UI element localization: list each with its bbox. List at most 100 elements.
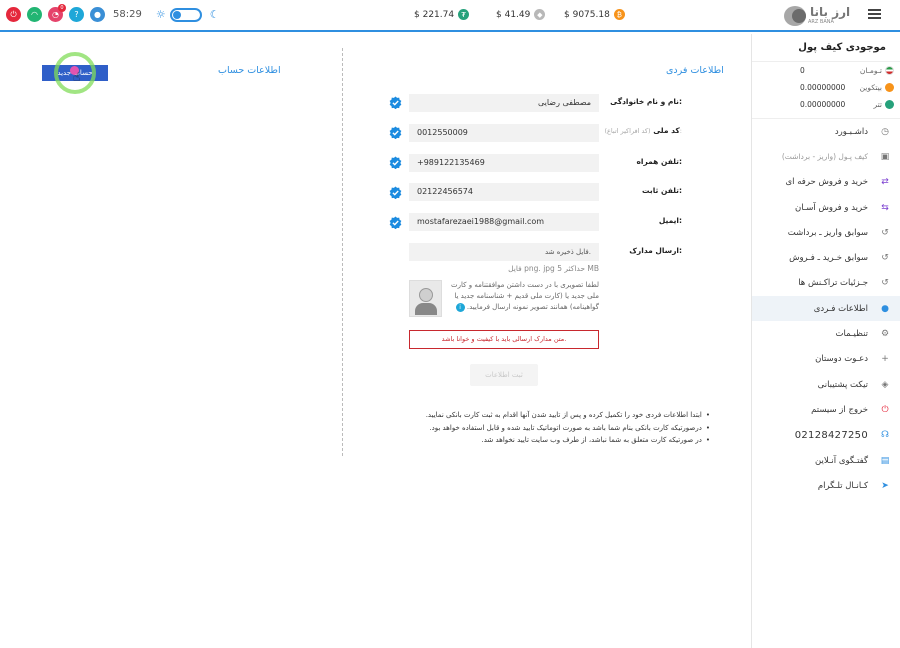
user-icon: ● bbox=[881, 303, 889, 314]
wallet-bitcoin-label: بیتکوین bbox=[859, 83, 882, 92]
full-name-field[interactable]: مصطفی رضایی bbox=[409, 94, 599, 112]
sidebar-item-easy-trade[interactable]: خرید و فروش آسـان ⇆ bbox=[752, 195, 900, 220]
price-ethereum: $ 41.49 ◆ bbox=[496, 9, 546, 20]
sidebar-item-label: خرید و فروش حرفه ای bbox=[785, 177, 869, 188]
logo-text: ارز بانا bbox=[810, 5, 851, 19]
exchange-easy-icon: ⇆ bbox=[881, 202, 889, 213]
sidebar-item-label: دعـوت دوستان bbox=[815, 354, 868, 365]
mobile-label-text: تلفن همراه: bbox=[636, 157, 682, 166]
personal-info-title: اطلاعات فردی bbox=[666, 65, 724, 76]
gear-icon: ⚙ bbox=[880, 329, 890, 340]
site-logo[interactable]: ارز بانا ARZ BANA bbox=[784, 4, 854, 28]
sidebar-item-trade-history[interactable]: سوابق خـرید ـ فـروش ↺ bbox=[752, 245, 900, 270]
telegram-icon: ➤ bbox=[881, 480, 889, 491]
sidebar-item-label: اطلاعات فـردی bbox=[813, 303, 868, 314]
bell-icon[interactable]: ◔ 0 bbox=[48, 4, 66, 22]
verified-icon bbox=[389, 96, 402, 109]
sidebar-item-label: کیف پـول (واریز - برداشت) bbox=[781, 152, 868, 162]
tag-icon: ◈ bbox=[881, 379, 889, 390]
sidebar-item-online-chat[interactable]: گفتـگوی آنـلاین ▤ bbox=[752, 448, 900, 473]
bitcoin-icon bbox=[885, 83, 894, 92]
sidebar-item-label: سوابق خـرید ـ فـروش bbox=[789, 253, 868, 264]
ethereum-icon: ◆ bbox=[534, 9, 546, 20]
verified-icon bbox=[389, 156, 402, 169]
sidebar-item-support[interactable]: تیکت پشتیبانی ◈ bbox=[752, 372, 900, 397]
price-tether-value: $ 221.74 bbox=[414, 9, 455, 20]
sidebar-item-settings[interactable]: تنظیـمات ⚙ bbox=[752, 321, 900, 346]
document-instructions-text: لطفا تصویری با در دست داشتن موافقتنامه و… bbox=[451, 281, 599, 311]
wallet-bitcoin-value: 0.00000000 bbox=[800, 83, 846, 92]
price-ethereum-value: $ 41.49 bbox=[496, 9, 531, 20]
price-bitcoin-value: $ 9075.18 bbox=[564, 9, 610, 20]
sidebar-item-label: خروج از سیستم bbox=[811, 404, 868, 415]
history-icon: ↺ bbox=[881, 227, 889, 238]
menu-icon[interactable] bbox=[868, 9, 881, 20]
landline-field[interactable]: 02122456574 bbox=[409, 183, 599, 201]
sidebar-item-logout[interactable]: خروج از سیستم ⏻ bbox=[752, 397, 900, 422]
sidebar-item-label: سوابق واریز ـ برداشت bbox=[787, 227, 868, 238]
landline-label: تلفن ثابت: bbox=[604, 186, 682, 195]
document-quality-warning: متن مدارک ارسالی باید با کیفیت و خوانا ب… bbox=[409, 330, 599, 349]
submit-button[interactable]: ثبت اطلاعات bbox=[470, 364, 538, 386]
wallet-row-tether: 0.00000000 تتر bbox=[752, 96, 900, 113]
verified-icon bbox=[389, 186, 402, 199]
national-code-label: کد ملی (کد افراکیر اتباع): bbox=[604, 126, 682, 135]
sidebar-item-label: تنظیـمات bbox=[835, 329, 868, 340]
wallet-tether-label: تتر bbox=[873, 100, 883, 109]
notes-list: ابتدا اطلاعات فردی خود را تکمیل کرده و پ… bbox=[400, 409, 710, 447]
price-tether: $ 221.74 ₮ bbox=[414, 9, 470, 20]
sidebar-item-personal-info[interactable]: اطلاعات فـردی ● bbox=[752, 296, 900, 322]
headset-icon: ☊ bbox=[881, 430, 889, 441]
sample-document-image[interactable] bbox=[409, 280, 442, 317]
landline-label-text: تلفن ثابت: bbox=[641, 186, 682, 195]
documents-label-text: ارسال مدارک: bbox=[629, 246, 682, 255]
notification-badge: 0 bbox=[58, 4, 66, 12]
help-icon[interactable]: ? bbox=[69, 7, 84, 22]
wallet-row-bitcoin: 0.00000000 بیتکوین bbox=[752, 79, 900, 96]
sidebar-item-phone[interactable]: 02128427250 ☊ bbox=[752, 423, 900, 448]
note-item: ابتدا اطلاعات فردی خود را تکمیل کرده و پ… bbox=[400, 409, 710, 422]
sidebar-item-invite[interactable]: دعـوت دوستان + bbox=[752, 347, 900, 372]
full-name-label-text: نام و نام خانوادگی: bbox=[610, 97, 682, 106]
document-size-limit: فایل png. jpg حداکثر 5 MB bbox=[508, 264, 599, 273]
sun-icon: ☼ bbox=[155, 8, 166, 21]
theme-toggle[interactable] bbox=[169, 7, 202, 22]
wifi-icon[interactable]: ◠ bbox=[27, 7, 42, 22]
full-name-label: نام و نام خانوادگی: bbox=[604, 97, 682, 106]
wallet-row-toman: 0 تـومـان bbox=[752, 62, 900, 79]
sidebar-item-transactions[interactable]: جـزئیات تراکـنش ها ↺ bbox=[752, 271, 900, 296]
sidebar-item-pro-trade[interactable]: خرید و فروش حرفه ای ⇄ bbox=[752, 170, 900, 195]
sidebar-item-label: تیکت پشتیبانی bbox=[817, 379, 868, 390]
document-upload-field[interactable]: فایل ذخیره شد. bbox=[409, 243, 599, 261]
hand-cursor-icon: ☝ bbox=[73, 70, 81, 84]
documents-label: ارسال مدارک: bbox=[604, 246, 682, 255]
email-field[interactable]: mostafarezaei1988@gmail.com bbox=[409, 213, 599, 231]
account-info-title: اطلاعات حساب bbox=[218, 65, 281, 76]
info-icon[interactable]: i bbox=[455, 303, 465, 312]
verified-icon bbox=[389, 216, 402, 229]
dashboard-icon: ◷ bbox=[881, 126, 889, 137]
sidebar-item-dashboard[interactable]: داشـبـورد ◷ bbox=[752, 119, 900, 144]
moon-icon: ☾ bbox=[209, 8, 220, 21]
power-icon: ⏻ bbox=[881, 404, 889, 415]
wallet-toman-label: تـومـان bbox=[859, 66, 882, 75]
power-icon[interactable]: ⏻ bbox=[6, 7, 21, 22]
bitcoin-icon: ₿ bbox=[613, 9, 625, 20]
exchange-pro-icon: ⇄ bbox=[881, 177, 889, 188]
add-user-icon: + bbox=[881, 354, 889, 365]
national-code-label-text: کد ملی bbox=[653, 126, 680, 135]
mobile-field[interactable]: +989122135469 bbox=[409, 154, 599, 172]
sidebar-item-wallet[interactable]: کیف پـول (واریز - برداشت) ▣ bbox=[752, 144, 900, 169]
iran-flag-icon bbox=[885, 66, 894, 75]
user-icon[interactable]: ● bbox=[90, 7, 105, 22]
national-code-field[interactable]: 0012550009 bbox=[409, 124, 599, 142]
sidebar-item-label: داشـبـورد bbox=[834, 126, 868, 137]
sidebar-item-deposit-history[interactable]: سوابق واریز ـ برداشت ↺ bbox=[752, 220, 900, 245]
chat-icon: ▤ bbox=[880, 455, 890, 466]
wallet-icon: ▣ bbox=[880, 151, 890, 162]
session-timer: 58:29 bbox=[113, 9, 142, 20]
sidebar-item-telegram[interactable]: کـانـال تلـگرام ➤ bbox=[752, 473, 900, 498]
note-item: در صورتیکه کارت متعلق به شما نباشد، از ط… bbox=[400, 434, 710, 447]
wallet-toman-value: 0 bbox=[800, 66, 805, 75]
section-divider bbox=[342, 48, 343, 456]
